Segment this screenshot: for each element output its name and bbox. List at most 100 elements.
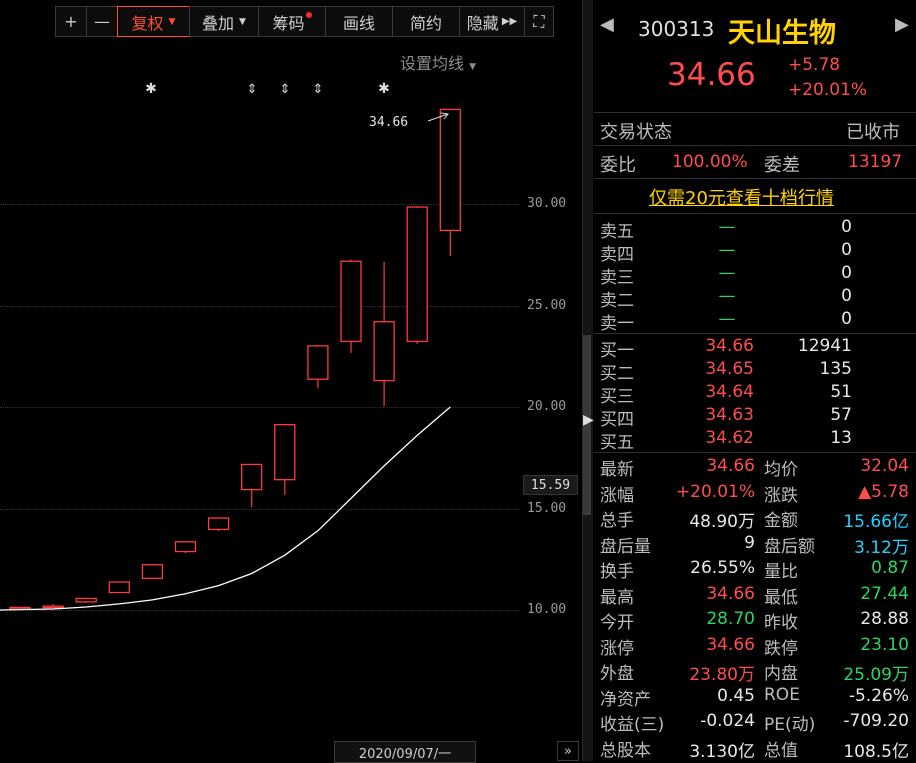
trade-status-value: 已收市: [846, 122, 900, 143]
stat-value: 3.12万: [854, 537, 909, 558]
stat-value: 32.04: [860, 456, 909, 476]
stat-label: 总股本: [600, 740, 651, 761]
stat-label: 涨幅: [600, 485, 634, 506]
stat-label: PE(动): [764, 715, 816, 735]
stat-label: 均价: [764, 460, 798, 480]
current-price-marker: 15.59: [523, 475, 578, 495]
asks-level-label: 卖一: [600, 314, 634, 334]
event-arrow-icon[interactable]: ⇕: [313, 82, 324, 97]
event-star-icon[interactable]: ✱: [145, 81, 157, 97]
stat-value: -709.20: [843, 711, 909, 731]
candle[interactable]: [406, 206, 428, 343]
stat-label: 盘后额: [764, 536, 815, 557]
price-change: +5.78: [788, 55, 841, 75]
stat-label: 净资产: [600, 689, 651, 710]
asks-level-volume: 0: [841, 240, 852, 260]
candle[interactable]: [75, 597, 97, 603]
bids-level-price[interactable]: 34.64: [700, 382, 754, 402]
candle[interactable]: [141, 564, 164, 579]
candle[interactable]: [108, 581, 130, 594]
candle[interactable]: [307, 345, 329, 380]
last-price: 34.66: [667, 57, 756, 93]
prev-stock-icon[interactable]: ◀: [600, 14, 614, 35]
stat-value: 27.44: [860, 583, 909, 604]
candle[interactable]: [274, 424, 296, 481]
bids-level-volume: 12941: [797, 336, 852, 356]
stat-value: 15.66亿: [843, 512, 909, 532]
expand-button[interactable]: »: [557, 741, 579, 761]
asks-level-volume: 0: [841, 217, 852, 237]
asks-level-price[interactable]: —: [700, 263, 754, 283]
divider: [594, 452, 916, 453]
kline-svg: ✱ ⇕ ⇕ ⇕ ✱ 34.66: [0, 81, 461, 611]
stat-label: 涨停: [600, 638, 634, 659]
candle[interactable]: [207, 517, 230, 531]
candle[interactable]: [340, 260, 362, 343]
divider: [594, 145, 916, 146]
candle[interactable]: [241, 463, 263, 491]
stat-label: 外盘: [600, 664, 634, 684]
order-ratio-label: 委比: [600, 155, 636, 176]
bids-level-price[interactable]: 34.65: [700, 359, 754, 379]
price-change-pct: +20.01%: [788, 80, 868, 100]
stat-label: 换手: [600, 562, 634, 582]
stat-value: 28.70: [706, 609, 755, 629]
event-star-icon[interactable]: ✱: [378, 81, 390, 97]
stat-label: 昨收: [764, 613, 798, 633]
stat-value: 48.90万: [689, 512, 755, 532]
stat-label: 金额: [764, 511, 798, 531]
candle[interactable]: [439, 108, 461, 232]
bids-level-price[interactable]: 34.63: [700, 405, 754, 425]
stat-value: 26.55%: [690, 558, 755, 578]
stat-value: +20.01%: [675, 481, 755, 502]
asks-level-label: 卖五: [600, 222, 634, 242]
asks-level-price[interactable]: —: [700, 286, 754, 306]
stat-label: 盘后量: [600, 536, 651, 557]
candle[interactable]: [42, 605, 64, 609]
order-ratio-value: 100.00%: [672, 152, 748, 172]
stat-value: -0.024: [700, 711, 755, 731]
asks-level-label: 卖四: [600, 245, 634, 265]
stat-value: 34.66: [706, 456, 755, 476]
stat-value: 23.10: [860, 634, 909, 655]
bids-level-volume: 13: [830, 428, 852, 448]
divider: [594, 213, 916, 214]
candle[interactable]: [174, 541, 197, 553]
bids-level-price[interactable]: 34.62: [700, 428, 754, 448]
stat-label: 跌停: [764, 638, 798, 659]
stat-label: 最新: [600, 460, 634, 480]
candle[interactable]: [373, 321, 395, 382]
collapse-arrow-icon[interactable]: ▶: [583, 412, 594, 428]
stat-value: 28.88: [860, 609, 909, 629]
asks-level-price[interactable]: —: [700, 309, 754, 329]
order-diff-label: 委差: [764, 155, 800, 176]
event-arrow-icon[interactable]: ⇕: [247, 82, 258, 97]
stat-value: -5.26%: [848, 685, 909, 706]
divider: [594, 333, 916, 334]
next-stock-icon[interactable]: ▶: [895, 14, 909, 35]
asks-level-price[interactable]: —: [700, 217, 754, 237]
stat-label: 最高: [600, 587, 634, 608]
event-arrow-icon[interactable]: ⇕: [280, 82, 291, 97]
asks-level-volume: 0: [841, 263, 852, 283]
bids-level-price[interactable]: 34.66: [700, 336, 754, 356]
asks-level-label: 卖三: [600, 268, 634, 288]
divider: [594, 112, 916, 113]
stock-code: 300313: [638, 17, 715, 41]
high-price-annotation: 34.66: [369, 115, 408, 130]
divider: [594, 178, 916, 179]
level10-promo-link[interactable]: 仅需20元查看十档行情: [649, 184, 834, 210]
candle[interactable]: [9, 606, 31, 610]
asks-level-price[interactable]: —: [700, 240, 754, 260]
bids-level-label: 买三: [600, 387, 634, 407]
stat-value: 9: [744, 532, 755, 553]
bids-level-label: 买一: [600, 341, 634, 361]
stat-label: 总手: [600, 511, 634, 531]
bids-level-label: 买二: [600, 364, 634, 384]
stat-value: 34.66: [706, 634, 755, 655]
stat-value: 3.130亿: [689, 741, 755, 762]
stat-label: 今开: [600, 613, 634, 633]
stat-label: 内盘: [764, 664, 798, 684]
asks-level-label: 卖二: [600, 291, 634, 311]
stat-label: 收益(三): [600, 715, 665, 735]
